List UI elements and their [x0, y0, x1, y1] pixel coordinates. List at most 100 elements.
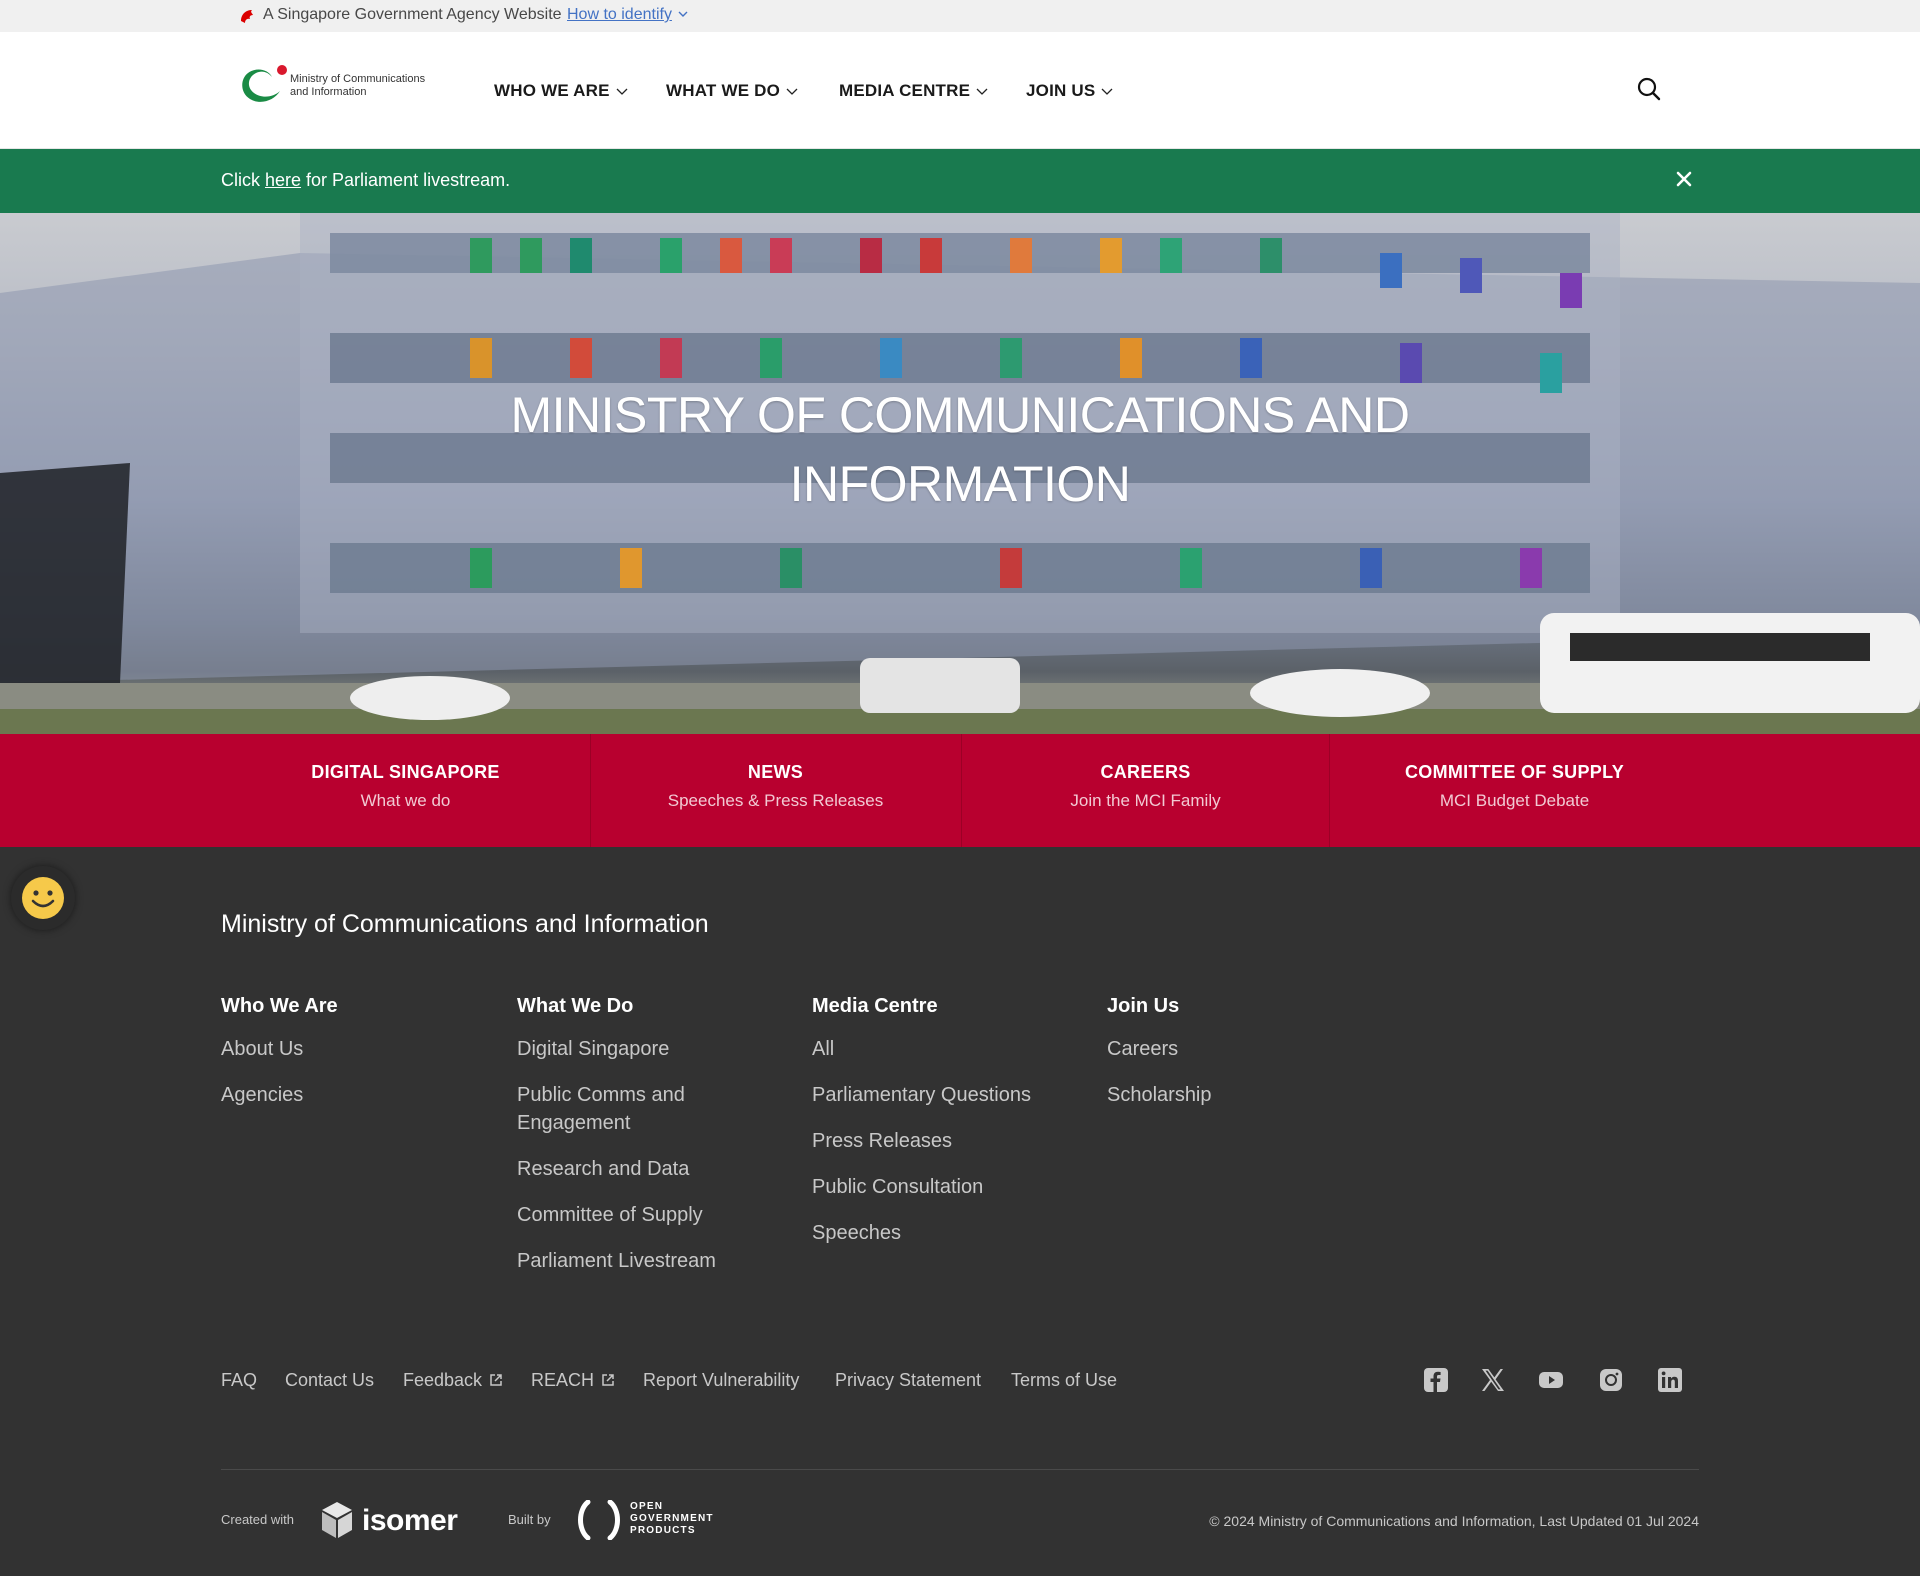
- ogp-line1: OPEN: [630, 1501, 664, 1512]
- contact-us-link[interactable]: Contact Us: [285, 1370, 374, 1391]
- hero-banner: MINISTRY OF COMMUNICATIONS AND INFORMATIO…: [0, 213, 1920, 734]
- quick-link-committee-of-supply[interactable]: COMMITTEE OF SUPPLY MCI Budget Debate: [1330, 734, 1699, 847]
- isomer-cube-icon: [322, 1502, 352, 1538]
- banner-suffix: for Parliament livestream.: [301, 170, 511, 190]
- quick-links-bar: DIGITAL SINGAPORE What we do NEWS Speech…: [0, 734, 1920, 847]
- footer-column-join-us: Join Us Careers Scholarship: [1107, 995, 1212, 1127]
- nav-what-we-do[interactable]: WHAT WE DO: [666, 81, 798, 101]
- chevron-down-icon[interactable]: [678, 9, 688, 19]
- chevron-down-icon: [1101, 88, 1113, 95]
- footer-column-who-we-are: Who We Are About Us Agencies: [221, 995, 338, 1127]
- nav-join-us[interactable]: JOIN US: [1026, 81, 1113, 101]
- notification-banner: Click here for Parliament livestream.: [0, 149, 1920, 213]
- instagram-icon[interactable]: [1598, 1367, 1624, 1393]
- facebook-icon[interactable]: [1423, 1367, 1449, 1393]
- mci-logo[interactable]: Ministry of Communications and Informati…: [234, 63, 434, 107]
- copyright-text: © 2024 Ministry of Communications and In…: [1209, 1513, 1699, 1529]
- footer-column-media-centre: Media Centre All Parliamentary Questions…: [812, 995, 1031, 1265]
- quick-link-careers[interactable]: CAREERS Join the MCI Family: [962, 734, 1329, 847]
- privacy-statement-link[interactable]: Privacy Statement: [835, 1370, 981, 1391]
- nav-label: JOIN US: [1026, 81, 1096, 100]
- close-icon[interactable]: [1674, 169, 1694, 189]
- nav-label: WHAT WE DO: [666, 81, 781, 100]
- terms-of-use-link[interactable]: Terms of Use: [1011, 1370, 1117, 1391]
- isomer-logo[interactable]: isomer: [320, 1500, 458, 1540]
- hero-title-line2: INFORMATION: [789, 456, 1131, 512]
- masthead-text: A Singapore Government Agency Website: [263, 6, 562, 23]
- faq-link[interactable]: FAQ: [221, 1370, 257, 1391]
- external-link-icon: [602, 1374, 614, 1386]
- quick-link-digital-singapore[interactable]: DIGITAL SINGAPORE What we do: [221, 734, 590, 847]
- quick-link-title: DIGITAL SINGAPORE: [311, 762, 500, 782]
- search-icon[interactable]: [1636, 76, 1662, 102]
- footer-link[interactable]: About Us: [221, 1035, 338, 1063]
- footer-link[interactable]: Public Consultation: [812, 1173, 1031, 1201]
- footer-column-heading[interactable]: Join Us: [1107, 995, 1212, 1018]
- nav-label: MEDIA CENTRE: [839, 81, 971, 100]
- nav-who-we-are[interactable]: WHO WE ARE: [494, 81, 628, 101]
- feedback-widget-button[interactable]: [11, 866, 75, 930]
- footer-link[interactable]: Research and Data: [517, 1155, 757, 1183]
- feedback-label: Feedback: [403, 1370, 483, 1390]
- quick-link-subtitle: Speeches & Press Releases: [667, 791, 884, 810]
- ogp-line3: PRODUCTS: [630, 1525, 696, 1536]
- footer-column-heading[interactable]: Media Centre: [812, 995, 1031, 1018]
- nav-media-centre[interactable]: MEDIA CENTRE: [839, 81, 988, 101]
- chevron-down-icon: [616, 88, 628, 95]
- quick-link-subtitle: Join the MCI Family: [1070, 791, 1221, 810]
- quick-link-subtitle: MCI Budget Debate: [1439, 791, 1590, 810]
- ogp-wordmark: OPEN GOVERNMENT PRODUCTS: [630, 1501, 714, 1537]
- banner-prefix: Click: [221, 170, 265, 190]
- mci-logo-mark: [242, 65, 287, 102]
- footer-divider: [221, 1469, 1699, 1470]
- chevron-down-icon: [786, 88, 798, 95]
- report-vulnerability-link[interactable]: Report Vulnerability: [643, 1370, 799, 1391]
- footer-column-what-we-do: What We Do Digital Singapore Public Comm…: [517, 995, 757, 1293]
- ogp-logo[interactable]: OPEN GOVERNMENT PRODUCTS: [574, 1499, 724, 1541]
- ogp-brackets-icon: [578, 1499, 620, 1541]
- reach-link[interactable]: REACH: [531, 1370, 616, 1391]
- banner-here-link[interactable]: here: [265, 170, 301, 190]
- footer-link[interactable]: Speeches: [812, 1219, 1031, 1247]
- site-header: Ministry of Communications and Informati…: [0, 32, 1920, 149]
- footer-link[interactable]: Scholarship: [1107, 1081, 1212, 1109]
- quick-link-subtitle: What we do: [360, 791, 451, 810]
- external-link-icon: [490, 1374, 502, 1386]
- isomer-wordmark: isomer: [362, 1504, 458, 1537]
- footer-link[interactable]: Press Releases: [812, 1127, 1031, 1155]
- footer-link[interactable]: Digital Singapore: [517, 1035, 757, 1063]
- youtube-icon[interactable]: [1538, 1367, 1564, 1393]
- how-to-identify-link[interactable]: How to identify: [567, 6, 672, 24]
- quick-link-news[interactable]: NEWS Speeches & Press Releases: [591, 734, 960, 847]
- chevron-down-icon: [976, 88, 988, 95]
- footer-column-heading[interactable]: What We Do: [517, 995, 757, 1018]
- banner-text: Click here for Parliament livestream.: [221, 170, 510, 191]
- footer-link[interactable]: Committee of Supply: [517, 1201, 757, 1229]
- feedback-link[interactable]: Feedback: [403, 1370, 504, 1391]
- quick-link-title: CAREERS: [1100, 762, 1191, 782]
- footer-column-heading[interactable]: Who We Are: [221, 995, 338, 1018]
- quick-link-title: COMMITTEE OF SUPPLY: [1404, 762, 1625, 782]
- built-by-label: Built by: [508, 1512, 551, 1527]
- logo-text-line1: Ministry of Communications: [290, 73, 426, 85]
- footer-link[interactable]: Careers: [1107, 1035, 1212, 1063]
- footer-link[interactable]: Agencies: [221, 1081, 338, 1109]
- x-icon[interactable]: [1480, 1367, 1506, 1393]
- smiley-icon: [22, 877, 64, 919]
- footer-link[interactable]: Public Comms and Engagement: [517, 1081, 757, 1137]
- linkedin-icon[interactable]: [1657, 1367, 1683, 1393]
- singapore-lion-icon: [241, 10, 253, 23]
- footer-title: Ministry of Communications and Informati…: [221, 910, 709, 938]
- gov-masthead: A Singapore Government Agency Website Ho…: [0, 0, 1920, 32]
- created-with-label: Created with: [221, 1512, 294, 1527]
- ogp-line2: GOVERNMENT: [630, 1513, 714, 1524]
- hero-title: MINISTRY OF COMMUNICATIONS AND INFORMATIO…: [460, 381, 1460, 519]
- footer-link[interactable]: Parliamentary Questions: [812, 1081, 1031, 1109]
- reach-label: REACH: [531, 1370, 595, 1390]
- hero-title-line1: MINISTRY OF COMMUNICATIONS AND: [510, 387, 1410, 443]
- quick-link-title: NEWS: [747, 762, 804, 782]
- footer-link[interactable]: All: [812, 1035, 1031, 1063]
- nav-label: WHO WE ARE: [494, 81, 610, 100]
- logo-text-line2: and Information: [290, 86, 367, 98]
- footer-link[interactable]: Parliament Livestream: [517, 1247, 757, 1275]
